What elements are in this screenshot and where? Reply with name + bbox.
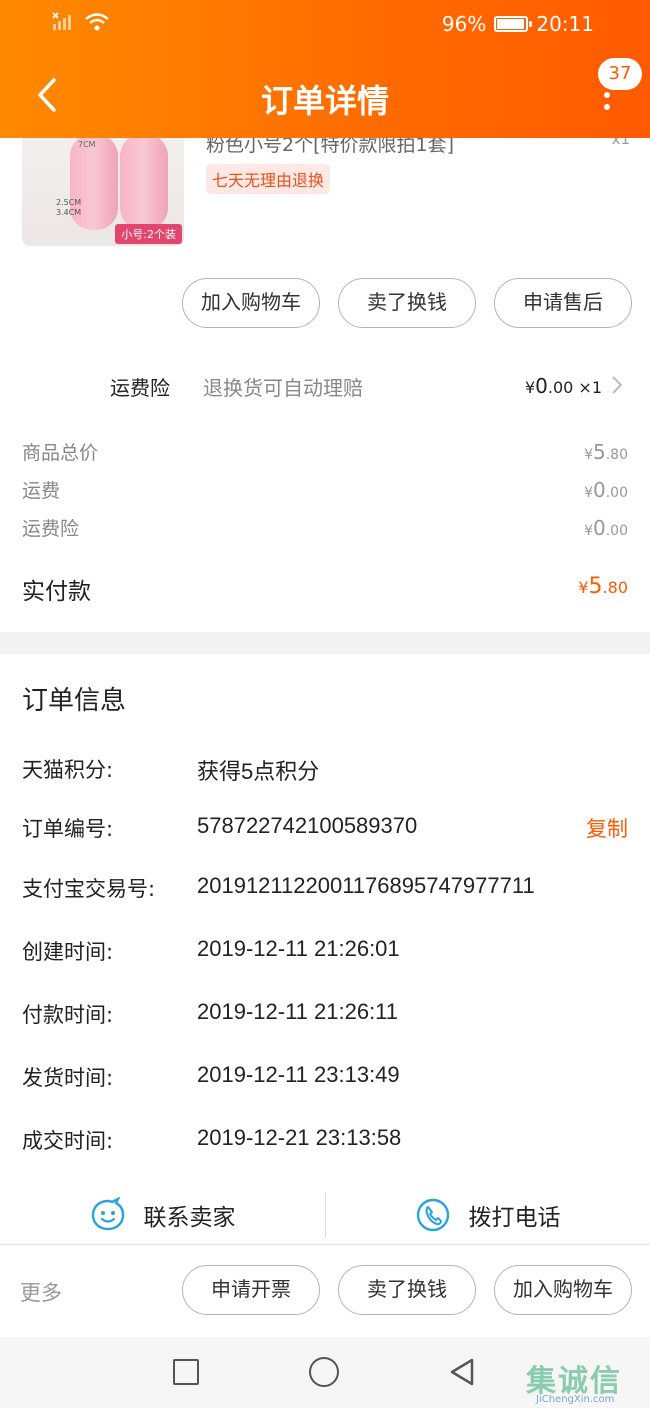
order-info-title: 订单信息 <box>22 686 127 716</box>
sell-button[interactable]: 卖了换钱 <box>338 278 476 328</box>
recent-apps-icon[interactable] <box>173 1359 199 1385</box>
return-policy-tag: 七天无理由退换 <box>206 164 331 194</box>
more-actions-button[interactable]: 更多 <box>20 1277 62 1307</box>
total-amount: ¥5.80 <box>578 574 628 599</box>
contact-seller-button[interactable]: 联系卖家 <box>0 1186 325 1244</box>
watermark-logo: 集诚信 JiChengXin.com <box>526 1364 622 1405</box>
message-count-badge[interactable]: 37 <box>598 58 642 90</box>
status-bar: 96% 20:11 <box>0 0 650 50</box>
section-divider <box>0 632 650 654</box>
shipping-insurance-row[interactable]: 运费险 退换货可自动理赔 ¥0.00 ×1 <box>0 358 650 414</box>
info-row-alipay-number: 支付宝交易号: 2019121122001176895747977711 <box>22 873 535 901</box>
info-row-points: 天猫积分: 获得5点积分 <box>22 758 320 784</box>
thumbnail-dim-top: 7CM <box>78 140 96 149</box>
insurance-description: 退换货可自动理赔 <box>203 376 363 400</box>
thumbnail-tag: 小号:2个装 <box>115 224 182 244</box>
clock: 20:11 <box>536 12 594 36</box>
request-invoice-button[interactable]: 申请开票 <box>182 1265 320 1315</box>
insurance-label: 运费险 <box>110 376 170 400</box>
add-to-cart-button[interactable]: 加入购物车 <box>182 278 320 328</box>
battery-icon <box>494 16 533 32</box>
info-row-created-time: 创建时间: 2019-12-11 21:26:01 <box>22 936 400 964</box>
bottom-sell-button[interactable]: 卖了换钱 <box>338 1265 476 1315</box>
signal-icon <box>52 12 71 30</box>
cost-row-insurance: 运费险 ¥0.00 <box>22 516 628 540</box>
page-title: 订单详情 <box>260 82 389 120</box>
total-label: 实付款 <box>22 579 91 605</box>
total-paid-row: 实付款 ¥5.80 <box>22 572 628 606</box>
insurance-price: ¥0.00 ×1 <box>524 374 602 398</box>
cost-row-shipping: 运费 ¥0.00 <box>22 478 628 502</box>
item-action-row: 加入购物车 卖了换钱 申请售后 <box>0 278 650 328</box>
contact-seller-label: 联系卖家 <box>143 1205 236 1231</box>
call-phone-button[interactable]: 拨打电话 <box>325 1186 650 1244</box>
bottom-action-bar: 更多 申请开票 卖了换钱 加入购物车 <box>0 1245 650 1337</box>
nav-back-icon[interactable] <box>448 1357 476 1387</box>
copy-order-number-button[interactable]: 复制 <box>586 813 628 843</box>
info-row-completed-time: 成交时间: 2019-12-21 23:13:58 <box>22 1125 402 1153</box>
app-header: 96% 20:11 订单详情 37 <box>0 0 650 138</box>
contact-row: 联系卖家 拨打电话 <box>0 1186 650 1244</box>
wifi-icon <box>85 13 109 31</box>
info-row-shipped-time: 发货时间: 2019-12-11 23:13:49 <box>22 1062 400 1090</box>
info-row-order-number: 订单编号: 578722742100589370 复制 <box>22 813 628 843</box>
info-row-paid-time: 付款时间: 2019-12-11 21:26:11 <box>22 999 399 1027</box>
bottom-add-to-cart-button[interactable]: 加入购物车 <box>494 1265 632 1315</box>
phone-icon <box>416 1198 449 1232</box>
chevron-right-icon <box>612 376 623 394</box>
thumbnail-dims: 2.5CM 3.4CM <box>56 198 82 217</box>
battery-percent: 96% <box>441 12 487 36</box>
call-phone-label: 拨打电话 <box>468 1205 561 1231</box>
after-sales-button[interactable]: 申请售后 <box>494 278 632 328</box>
home-icon[interactable] <box>309 1357 339 1387</box>
chat-face-icon <box>91 1197 124 1231</box>
cost-row-subtotal: 商品总价 ¥5.80 <box>22 440 628 464</box>
